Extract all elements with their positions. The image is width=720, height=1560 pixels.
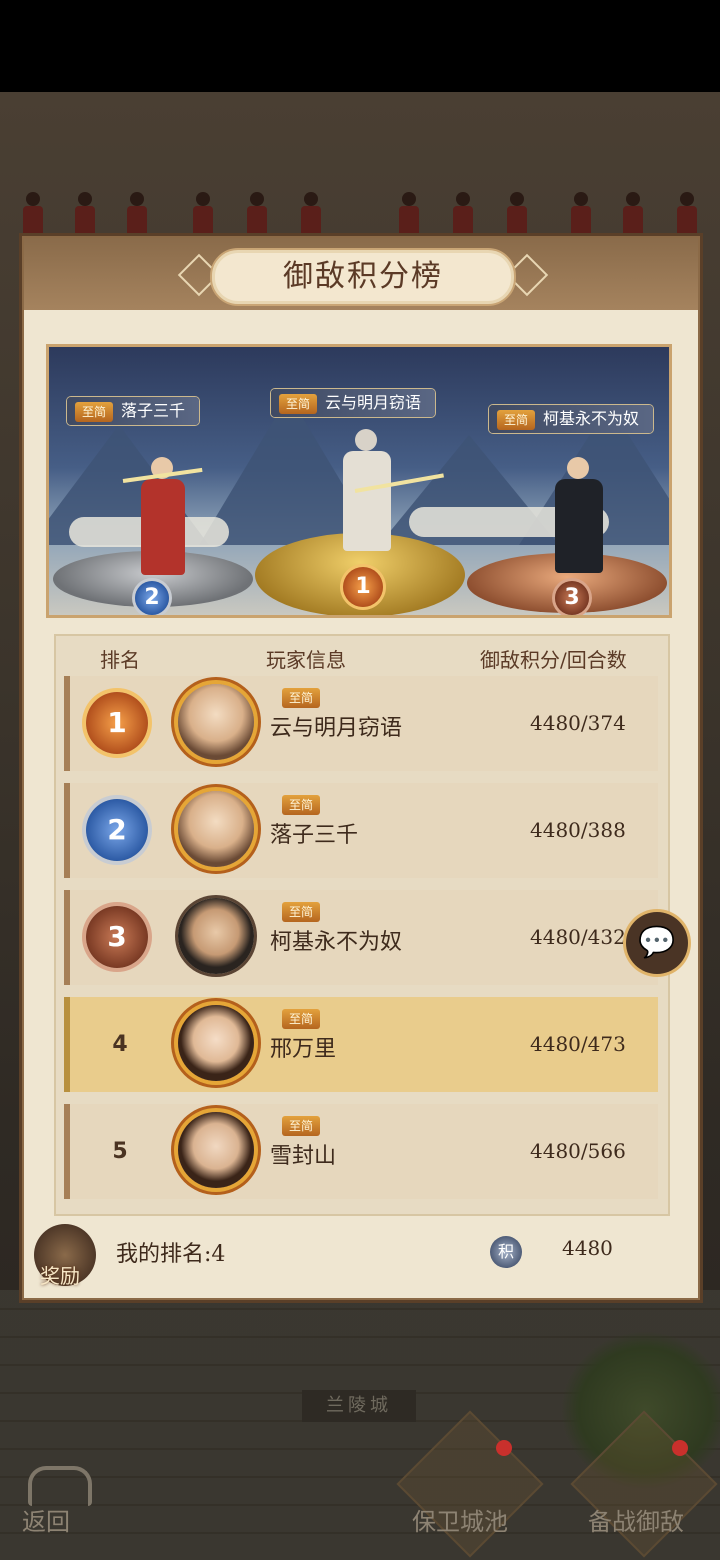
player-score: 4480/432 [530,925,626,949]
player-score: 4480/473 [530,1032,626,1056]
player-name: 柯基永不为奴 [270,930,403,955]
podium-nametag-2: 至简 落子三千 [67,397,200,425]
podium-name: 落子三千 [121,401,186,420]
soldier-figure [190,188,216,238]
podium-banner: 2 1 3 至简 落子三千 至简 云与明月窃语 至简 柯基永不为奴 [46,344,672,618]
soldier-row [0,188,720,238]
tier-badge: 至简 [282,1009,321,1029]
avatar[interactable] [178,898,254,974]
player-name: 落子三千 [270,823,359,848]
my-rank-text: 我的排名:4 [116,1242,226,1267]
avatar[interactable] [178,1005,254,1081]
soldier-figure [72,188,98,238]
table-header: 排名 玩家信息 御敌积分/回合数 [56,636,668,676]
tier-badge: 至简 [279,393,318,414]
ranking-table: 排名 玩家信息 御敌积分/回合数 1 至简 云与明月窃语 4480/374 2 … [54,634,670,1216]
soldier-figure [20,188,46,238]
player-score: 4480/374 [530,711,626,735]
panel-header: 御敌积分榜 [24,238,698,310]
rank-medal-bronze: 3 [86,906,148,968]
my-rank-footer: 奖励 我的排名:4 积 4480 [24,1224,698,1290]
avatar[interactable] [178,1112,254,1188]
leaderboard-panel: 御敌积分榜 2 1 3 至简 落子三千 至简 云与明月窃语 至简 柯基永不为奴 … [22,236,700,1300]
back-arrow-icon[interactable] [28,1466,92,1506]
soldier-figure [450,188,476,238]
soldier-figure [504,188,530,238]
player-name: 雪封山 [270,1144,337,1169]
score-icon: 积 [490,1236,522,1268]
my-score: 4480 [562,1236,613,1260]
prepare-battle-button[interactable]: 备战御敌 [588,1502,684,1537]
soldier-figure [244,188,270,238]
soldier-figure [396,188,422,238]
status-bar [0,0,720,92]
podium-name: 云与明月窃语 [325,393,422,412]
soldier-figure [298,188,324,238]
podium-nametag-1: 至简 云与明月窃语 [271,389,436,417]
table-row-self[interactable]: 4 至简 邢万里 4480/473 [64,997,658,1092]
tier-badge: 至简 [282,902,321,922]
column-score: 御敌积分/回合数 [480,648,627,672]
table-row[interactable]: 1 至简 云与明月窃语 4480/374 [64,676,658,771]
rank-3-emblem: 3 [555,581,589,615]
reward-label[interactable]: 奖励 [40,1260,80,1289]
title-plate: 御敌积分榜 [210,248,516,306]
tier-badge: 至简 [282,795,321,815]
player-score: 4480/566 [530,1139,626,1163]
table-row[interactable]: 5 至简 雪封山 4480/566 [64,1104,658,1199]
notification-dot [672,1440,688,1456]
player-name: 邢万里 [270,1037,337,1062]
column-rank: 排名 [100,648,140,672]
tier-badge: 至简 [497,409,536,430]
column-player: 玩家信息 [266,648,346,672]
rank-number: 4 [112,1032,128,1057]
chat-bubble-icon[interactable]: 💬 [626,912,688,974]
soldier-figure [674,188,700,238]
tier-badge: 至简 [282,688,321,708]
notification-dot [496,1440,512,1456]
tier-badge: 至简 [75,401,114,422]
player-name: 云与明月窃语 [270,716,403,741]
soldier-figure [124,188,150,238]
rank-medal-silver: 2 [86,799,148,861]
rank-2-emblem: 2 [135,581,169,615]
rank-medal-gold: 1 [86,692,148,754]
soldier-figure [568,188,594,238]
podium-nametag-3: 至简 柯基永不为奴 [489,405,654,433]
page-title: 御敌积分榜 [283,259,443,294]
back-button[interactable]: 返回 [22,1502,70,1537]
avatar[interactable] [178,684,254,760]
table-row[interactable]: 2 至简 落子三千 4480/388 [64,783,658,878]
rank-number: 5 [112,1139,128,1164]
player-score: 4480/388 [530,818,626,842]
avatar[interactable] [178,791,254,867]
table-row[interactable]: 3 至简 柯基永不为奴 4480/432 [64,890,658,985]
defend-city-button[interactable]: 保卫城池 [412,1502,508,1537]
tier-badge: 至简 [282,1116,321,1136]
rank-1-emblem: 1 [343,567,383,607]
soldier-figure [620,188,646,238]
city-name-label: 兰陵城 [302,1390,416,1422]
podium-name: 柯基永不为奴 [543,409,640,428]
